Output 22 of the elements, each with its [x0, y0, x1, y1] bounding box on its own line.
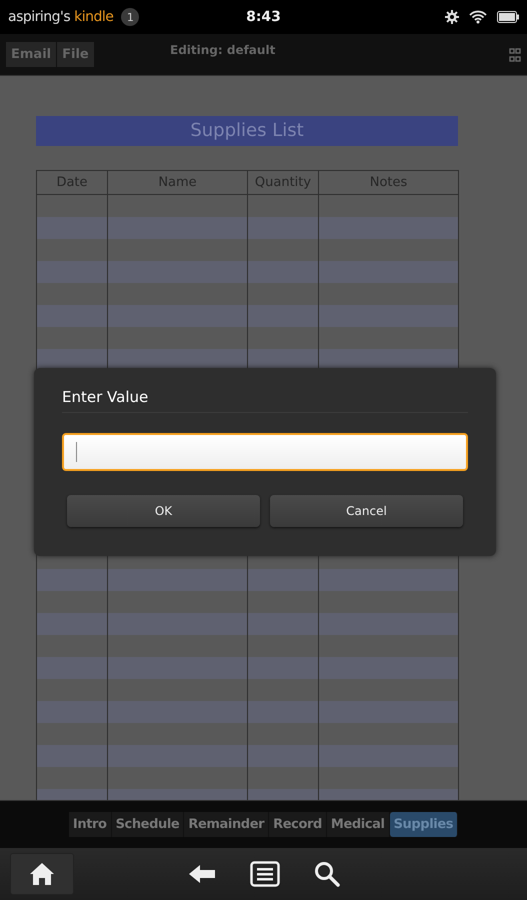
input-field[interactable]	[62, 433, 468, 471]
search-icon[interactable]	[314, 861, 340, 887]
fullscreen-icon[interactable]	[509, 48, 521, 62]
document-title: Editing: default	[170, 43, 276, 57]
settings-icon[interactable]	[445, 10, 459, 24]
toolbar-button[interactable]: File	[57, 42, 95, 67]
sheet-title: Supplies List	[36, 116, 458, 146]
notification-badge[interactable]: 1	[121, 8, 140, 26]
tab[interactable]: Supplies	[390, 812, 458, 837]
dialog-button[interactable]: Cancel	[270, 495, 463, 527]
device-name: aspiring's kindle	[8, 9, 114, 25]
home-button[interactable]	[10, 853, 74, 895]
home-icon	[28, 861, 56, 887]
wifi-icon	[469, 10, 487, 24]
battery-icon	[497, 11, 519, 23]
clock-time: 8:43	[245, 9, 282, 25]
tab[interactable]: Intro	[68, 812, 112, 837]
toolbar-button[interactable]: Email	[6, 42, 58, 67]
dialog-button[interactable]: OK	[67, 495, 260, 527]
dialog-title: Enter Value	[62, 388, 468, 413]
menu-icon[interactable]	[250, 861, 280, 887]
back-icon[interactable]	[188, 864, 216, 884]
